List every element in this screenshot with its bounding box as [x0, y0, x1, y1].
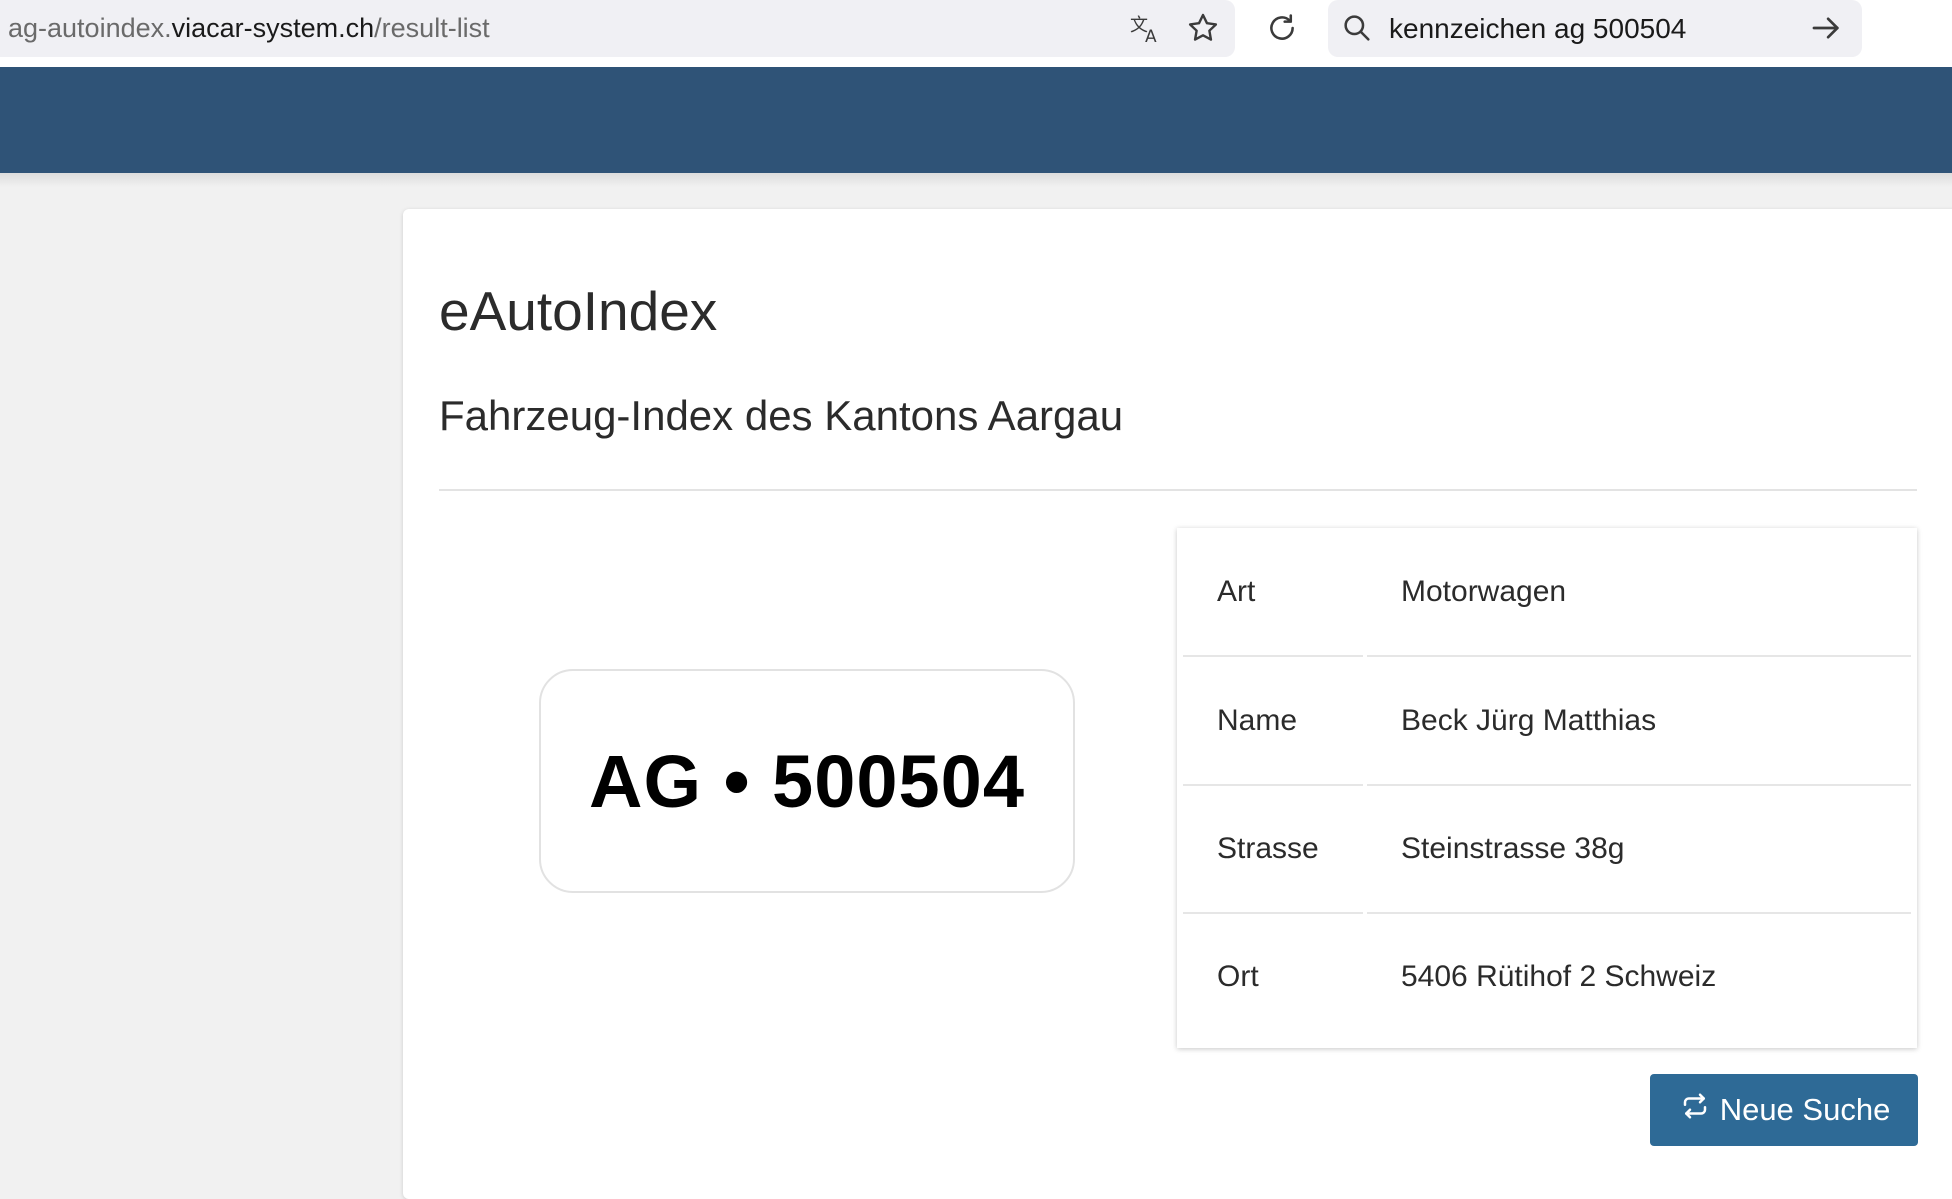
page-subtitle: Fahrzeug-Index des Kantons Aargau — [439, 392, 1124, 439]
info-label: Ort — [1217, 960, 1259, 993]
info-label: Art — [1217, 575, 1256, 608]
reload-icon[interactable] — [1262, 8, 1302, 48]
info-row-art: Art Motorwagen — [1177, 528, 1917, 655]
address-bar[interactable]: ag-autoindex.viacar-system.ch/result-lis… — [0, 0, 1235, 57]
browser-toolbar: ag-autoindex.viacar-system.ch/result-lis… — [0, 0, 1952, 67]
new-search-label: Neue Suche — [1719, 1092, 1891, 1127]
info-value: 5406 Rütihof 2 Schweiz — [1401, 960, 1717, 993]
result-card: eAutoIndex Fahrzeug-Index des Kantons Aa… — [403, 209, 1952, 1199]
url-host: viacar-system.ch — [171, 13, 375, 43]
new-search-button[interactable]: Neue Suche — [1650, 1074, 1918, 1146]
bookmark-star-icon[interactable] — [1183, 8, 1223, 48]
info-row-name: Name Beck Jürg Matthias — [1177, 657, 1917, 784]
address-url[interactable]: ag-autoindex.viacar-system.ch/result-lis… — [8, 0, 490, 57]
url-path: /result-list — [374, 13, 490, 43]
url-prefix: ag-autoindex. — [8, 13, 172, 43]
license-plate: AG • 500504 — [539, 669, 1075, 893]
info-value: Beck Jürg Matthias — [1401, 704, 1657, 737]
search-query[interactable]: kennzeichen ag 500504 — [1389, 0, 1686, 57]
header-shadow — [0, 173, 1952, 187]
info-value: Steinstrasse 38g — [1401, 832, 1625, 865]
vehicle-info-table: Art Motorwagen Name Beck Jürg Matthias S… — [1177, 528, 1917, 1048]
search-bar[interactable]: kennzeichen ag 500504 — [1328, 0, 1862, 57]
info-row-ort: Ort 5406 Rütihof 2 Schweiz — [1177, 913, 1917, 1040]
info-label: Name — [1217, 704, 1298, 737]
license-plate-number: AG • 500504 — [589, 739, 1025, 823]
info-row-strasse: Strasse Steinstrasse 38g — [1177, 785, 1917, 912]
site-header — [0, 67, 1952, 173]
info-value: Motorwagen — [1401, 575, 1567, 608]
info-label: Strasse — [1217, 832, 1319, 865]
repeat-icon — [1678, 1091, 1712, 1129]
divider — [439, 489, 1917, 491]
page-title: eAutoIndex — [439, 280, 718, 342]
search-icon — [1337, 8, 1377, 48]
translate-icon[interactable]: 文 A — [1126, 8, 1166, 48]
svg-text:A: A — [1145, 27, 1157, 45]
go-arrow-icon[interactable] — [1806, 8, 1846, 48]
